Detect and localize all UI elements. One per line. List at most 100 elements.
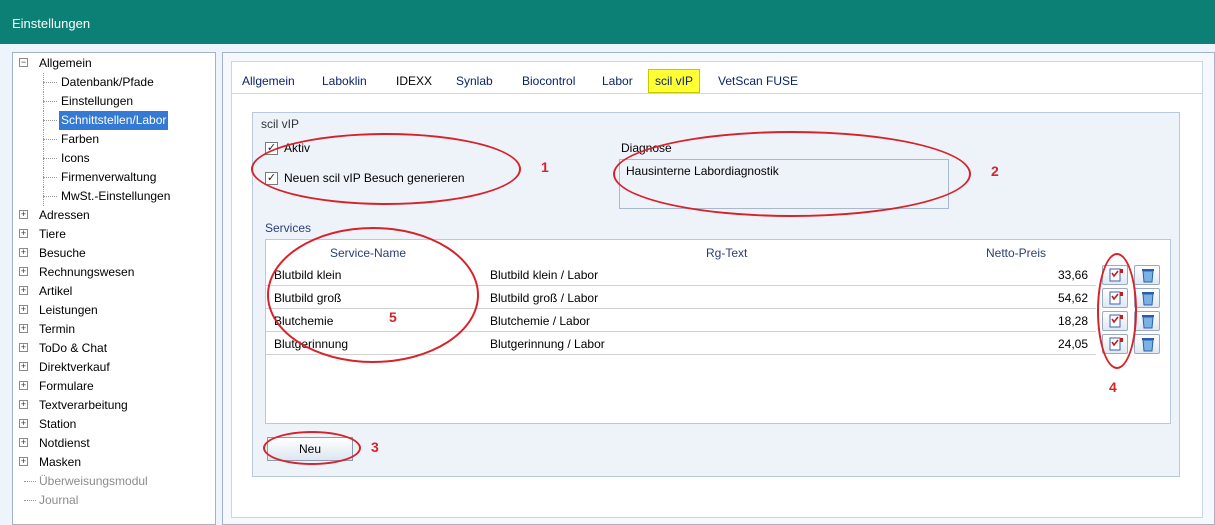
- tree-item-label: Termin: [39, 322, 76, 336]
- tree-connector: [43, 92, 44, 111]
- tree-item-todo-chat[interactable]: + ToDo & Chat: [13, 339, 215, 358]
- tree-item-rechnungswesen[interactable]: + Rechnungswesen: [13, 263, 215, 282]
- tree-item-mwst-einstellungen[interactable]: MwSt.-Einstellungen: [13, 187, 215, 206]
- price-cell: 54,62: [1057, 291, 1088, 305]
- tree-item-masken[interactable]: + Masken: [13, 453, 215, 472]
- expand-icon[interactable]: +: [19, 229, 28, 238]
- expand-icon[interactable]: +: [19, 286, 28, 295]
- settings-tree[interactable]: − Allgemein Datenbank/Pfade Einstellungen Sc…: [12, 52, 216, 525]
- tree-item-label: Station: [39, 417, 77, 431]
- trash-icon: [1142, 338, 1154, 352]
- expand-icon[interactable]: +: [19, 267, 28, 276]
- tree-connector: [43, 120, 57, 121]
- tree-item-label: Notdienst: [39, 436, 90, 450]
- tree-item-label: Journal: [39, 493, 79, 507]
- tree-item-formulare[interactable]: + Formulare: [13, 377, 215, 396]
- expand-icon[interactable]: +: [19, 457, 28, 466]
- tab-labor[interactable]: Labor: [598, 72, 637, 90]
- tree-connector: [43, 177, 57, 178]
- rg-text-cell: Blutbild klein / Labor: [490, 268, 599, 282]
- tree-connector: [43, 187, 44, 206]
- trash-icon: [1142, 269, 1154, 283]
- price-cell: 18,28: [1057, 314, 1088, 328]
- tree-item-label: Textverarbeitung: [39, 398, 128, 412]
- tree-item-direktverkauf[interactable]: + Direktverkauf: [13, 358, 215, 377]
- expand-icon[interactable]: +: [19, 438, 28, 447]
- tree-item-icons[interactable]: Icons: [13, 149, 215, 168]
- settings-panel: Allgemein Laboklin IDEXX Synlab Biocontr…: [222, 52, 1215, 525]
- tab-scil-vip[interactable]: scil vIP: [648, 69, 701, 93]
- tab-biocontrol[interactable]: Biocontrol: [518, 72, 579, 90]
- collapse-icon[interactable]: −: [19, 58, 28, 67]
- annotation-ellipse-1: [251, 133, 521, 205]
- tree-item-überweisungsmodul[interactable]: Überweisungsmodul: [13, 472, 215, 491]
- tree-item-label: Allgemein: [39, 56, 92, 70]
- expand-icon[interactable]: +: [19, 419, 28, 428]
- tree-connector: [43, 168, 44, 187]
- tree-connector: [43, 101, 57, 102]
- tree-connector: [43, 82, 57, 83]
- tree-item-leistungen[interactable]: + Leistungen: [13, 301, 215, 320]
- tree-item-label: Direktverkauf: [39, 360, 110, 374]
- tree-item-label: Farben: [61, 132, 100, 146]
- tree-item-datenbank-pfade[interactable]: Datenbank/Pfade: [13, 73, 215, 92]
- tree-item-label: ToDo & Chat: [39, 341, 108, 355]
- expand-icon[interactable]: +: [19, 324, 28, 333]
- tree-item-schnittstellen-labor[interactable]: Schnittstellen/Labor: [13, 111, 215, 130]
- tree-item-allgemein[interactable]: − Allgemein: [13, 54, 215, 73]
- tree-connector: [43, 158, 57, 159]
- annotation-number-3: 3: [371, 439, 379, 455]
- tree-connector: [43, 149, 44, 168]
- lab-tabs: Allgemein Laboklin IDEXX Synlab Biocontr…: [231, 61, 1203, 93]
- tree-item-einstellungen[interactable]: Einstellungen: [13, 92, 215, 111]
- tree-connector: [43, 139, 57, 140]
- expand-icon[interactable]: +: [19, 400, 28, 409]
- price-cell: 24,05: [1057, 337, 1088, 351]
- rg-text-cell: Blutchemie / Labor: [490, 314, 591, 328]
- tree-item-journal[interactable]: Journal: [13, 491, 215, 510]
- tree-item-label: Überweisungsmodul: [39, 474, 148, 488]
- tree-item-label: Besuche: [39, 246, 86, 260]
- delete-service-button[interactable]: [1134, 288, 1160, 308]
- expand-icon[interactable]: +: [19, 210, 28, 219]
- expand-icon[interactable]: +: [19, 305, 28, 314]
- trash-icon: [1142, 315, 1154, 329]
- tree-item-label: Formulare: [39, 379, 94, 393]
- delete-service-button[interactable]: [1134, 334, 1160, 354]
- expand-icon[interactable]: +: [19, 381, 28, 390]
- annotation-ellipse-3: [263, 431, 361, 465]
- tab-synlab[interactable]: Synlab: [452, 72, 497, 90]
- window-client: − Allgemein Datenbank/Pfade Einstellungen Sc…: [0, 44, 1215, 525]
- expand-icon[interactable]: +: [19, 343, 28, 352]
- col-rg-text[interactable]: Rg-Text: [706, 246, 747, 260]
- tree-item-label: Tiere: [39, 227, 66, 241]
- annotation-ellipse-4: [1097, 253, 1137, 369]
- tree-item-farben[interactable]: Farben: [13, 130, 215, 149]
- tree-connector: [43, 73, 44, 92]
- price-cell: 33,66: [1057, 268, 1088, 282]
- tab-laboklin[interactable]: Laboklin: [318, 72, 371, 90]
- tree-item-label: Leistungen: [39, 303, 98, 317]
- tree-item-artikel[interactable]: + Artikel: [13, 282, 215, 301]
- tab-vetscan-fuse[interactable]: VetScan FUSE: [714, 72, 802, 90]
- tab-allgemein[interactable]: Allgemein: [238, 72, 299, 90]
- tree-item-firmenverwaltung[interactable]: Firmenverwaltung: [13, 168, 215, 187]
- services-label: Services: [265, 221, 312, 235]
- expand-icon[interactable]: +: [19, 362, 28, 371]
- col-netto-preis[interactable]: Netto-Preis: [986, 246, 1046, 260]
- annotation-ellipse-2: [613, 131, 971, 217]
- tree-item-label: Firmenverwaltung: [61, 170, 157, 184]
- tree-item-notdienst[interactable]: + Notdienst: [13, 434, 215, 453]
- delete-service-button[interactable]: [1134, 311, 1160, 331]
- tree-item-besuche[interactable]: + Besuche: [13, 244, 215, 263]
- annotation-number-2: 2: [991, 163, 999, 179]
- expand-icon[interactable]: +: [19, 248, 28, 257]
- tree-item-adressen[interactable]: + Adressen: [13, 206, 215, 225]
- tree-item-textverarbeitung[interactable]: + Textverarbeitung: [13, 396, 215, 415]
- delete-service-button[interactable]: [1134, 265, 1160, 285]
- tree-item-station[interactable]: + Station: [13, 415, 215, 434]
- tree-item-tiere[interactable]: + Tiere: [13, 225, 215, 244]
- tab-idexx[interactable]: IDEXX: [392, 72, 436, 90]
- tree-item-termin[interactable]: + Termin: [13, 320, 215, 339]
- tree-item-label: Schnittstellen/Labor: [59, 111, 169, 130]
